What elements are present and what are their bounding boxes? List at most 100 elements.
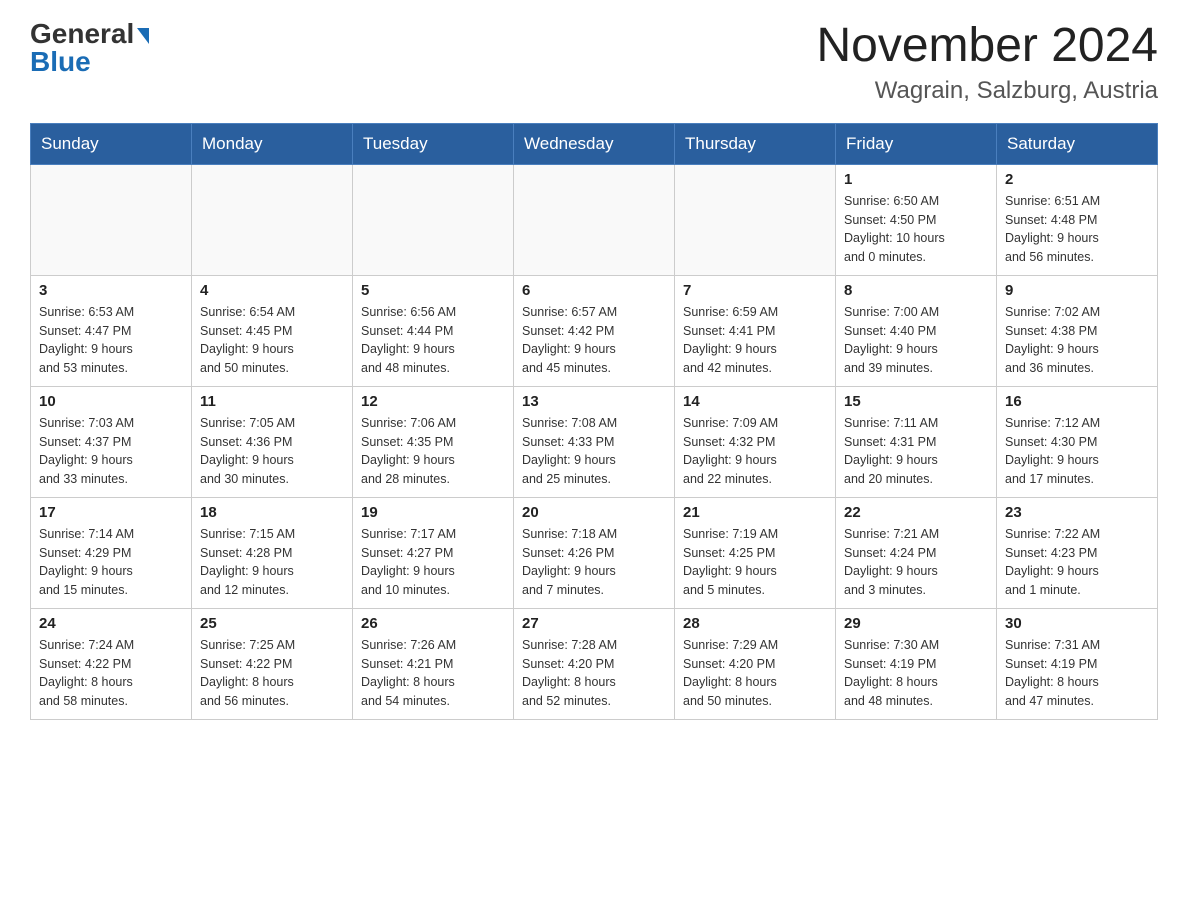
calendar-cell: 21 Sunrise: 7:19 AMSunset: 4:25 PMDayligh… xyxy=(675,497,836,608)
day-info: Sunrise: 7:28 AMSunset: 4:20 PMDaylight:… xyxy=(522,636,666,711)
calendar-cell: 27 Sunrise: 7:28 AMSunset: 4:20 PMDayligh… xyxy=(514,608,675,719)
day-info: Sunrise: 7:25 AMSunset: 4:22 PMDaylight:… xyxy=(200,636,344,711)
calendar-cell: 23 Sunrise: 7:22 AMSunset: 4:23 PMDayligh… xyxy=(997,497,1158,608)
day-info: Sunrise: 7:24 AMSunset: 4:22 PMDaylight:… xyxy=(39,636,183,711)
calendar-cell: 26 Sunrise: 7:26 AMSunset: 4:21 PMDayligh… xyxy=(353,608,514,719)
day-info: Sunrise: 7:00 AMSunset: 4:40 PMDaylight:… xyxy=(844,303,988,378)
calendar-cell: 5 Sunrise: 6:56 AMSunset: 4:44 PMDaylight… xyxy=(353,275,514,386)
calendar-cell: 10 Sunrise: 7:03 AMSunset: 4:37 PMDayligh… xyxy=(31,386,192,497)
day-info: Sunrise: 7:30 AMSunset: 4:19 PMDaylight:… xyxy=(844,636,988,711)
calendar-cell: 3Sunrise: 6:53 AMSunset: 4:47 PMDaylight… xyxy=(31,275,192,386)
header-sunday: Sunday xyxy=(31,123,192,164)
calendar-cell: 12Sunrise: 7:06 AMSunset: 4:35 PMDayligh… xyxy=(353,386,514,497)
day-number: 13 xyxy=(522,393,666,410)
day-number: 24 xyxy=(39,615,183,632)
calendar-cell: 30Sunrise: 7:31 AMSunset: 4:19 PMDayligh… xyxy=(997,608,1158,719)
calendar-cell: 2 Sunrise: 6:51 AMSunset: 4:48 PMDaylight… xyxy=(997,164,1158,275)
day-info: Sunrise: 7:03 AMSunset: 4:37 PMDaylight:… xyxy=(39,414,183,489)
calendar-cell: 19 Sunrise: 7:17 AMSunset: 4:27 PMDayligh… xyxy=(353,497,514,608)
calendar-subtitle: Wagrain, Salzburg, Austria xyxy=(816,77,1158,105)
day-number: 25 xyxy=(200,615,344,632)
day-info: Sunrise: 7:26 AMSunset: 4:21 PMDaylight:… xyxy=(361,636,505,711)
calendar-cell: 9 Sunrise: 7:02 AMSunset: 4:38 PMDaylight… xyxy=(997,275,1158,386)
day-number: 11 xyxy=(200,393,344,410)
day-info: Sunrise: 7:15 AMSunset: 4:28 PMDaylight:… xyxy=(200,525,344,600)
day-number: 19 xyxy=(361,504,505,521)
day-number: 14 xyxy=(683,393,827,410)
day-number: 26 xyxy=(361,615,505,632)
week-row-2: 10 Sunrise: 7:03 AMSunset: 4:37 PMDayligh… xyxy=(31,386,1158,497)
day-info: Sunrise: 7:19 AMSunset: 4:25 PMDaylight:… xyxy=(683,525,827,600)
day-number: 5 xyxy=(361,282,505,299)
day-info: Sunrise: 6:56 AMSunset: 4:44 PMDaylight:… xyxy=(361,303,505,378)
logo-blue-text: Blue xyxy=(30,48,91,76)
calendar-cell xyxy=(31,164,192,275)
day-number: 30 xyxy=(1005,615,1149,632)
page-header: General Blue November 2024 Wagrain, Salz… xyxy=(30,20,1158,105)
header-monday: Monday xyxy=(192,123,353,164)
week-row-0: 1 Sunrise: 6:50 AMSunset: 4:50 PMDaylight… xyxy=(31,164,1158,275)
day-info: Sunrise: 7:18 AMSunset: 4:26 PMDaylight:… xyxy=(522,525,666,600)
day-info: Sunrise: 6:54 AMSunset: 4:45 PMDaylight:… xyxy=(200,303,344,378)
day-number: 20 xyxy=(522,504,666,521)
logo-general-text: General xyxy=(30,20,134,48)
day-number: 9 xyxy=(1005,282,1149,299)
calendar-cell xyxy=(514,164,675,275)
day-number: 23 xyxy=(1005,504,1149,521)
calendar-cell: 18 Sunrise: 7:15 AMSunset: 4:28 PMDayligh… xyxy=(192,497,353,608)
calendar-cell: 22Sunrise: 7:21 AMSunset: 4:24 PMDayligh… xyxy=(836,497,997,608)
day-info: Sunrise: 7:06 AMSunset: 4:35 PMDaylight:… xyxy=(361,414,505,489)
day-number: 28 xyxy=(683,615,827,632)
day-number: 2 xyxy=(1005,171,1149,188)
day-info: Sunrise: 6:51 AMSunset: 4:48 PMDaylight:… xyxy=(1005,192,1149,267)
header-thursday: Thursday xyxy=(675,123,836,164)
day-info: Sunrise: 6:59 AMSunset: 4:41 PMDaylight:… xyxy=(683,303,827,378)
day-number: 17 xyxy=(39,504,183,521)
day-number: 27 xyxy=(522,615,666,632)
day-info: Sunrise: 7:08 AMSunset: 4:33 PMDaylight:… xyxy=(522,414,666,489)
header-wednesday: Wednesday xyxy=(514,123,675,164)
day-number: 10 xyxy=(39,393,183,410)
calendar-cell: 17 Sunrise: 7:14 AMSunset: 4:29 PMDayligh… xyxy=(31,497,192,608)
calendar-cell: 13 Sunrise: 7:08 AMSunset: 4:33 PMDayligh… xyxy=(514,386,675,497)
day-number: 6 xyxy=(522,282,666,299)
calendar-cell: 25 Sunrise: 7:25 AMSunset: 4:22 PMDayligh… xyxy=(192,608,353,719)
day-info: Sunrise: 7:14 AMSunset: 4:29 PMDaylight:… xyxy=(39,525,183,600)
logo: General Blue xyxy=(30,20,149,76)
day-info: Sunrise: 7:22 AMSunset: 4:23 PMDaylight:… xyxy=(1005,525,1149,600)
calendar-cell: 14 Sunrise: 7:09 AMSunset: 4:32 PMDayligh… xyxy=(675,386,836,497)
calendar-cell: 8 Sunrise: 7:00 AMSunset: 4:40 PMDaylight… xyxy=(836,275,997,386)
calendar-cell xyxy=(192,164,353,275)
calendar-cell: 7 Sunrise: 6:59 AMSunset: 4:41 PMDaylight… xyxy=(675,275,836,386)
day-number: 21 xyxy=(683,504,827,521)
week-row-4: 24 Sunrise: 7:24 AMSunset: 4:22 PMDayligh… xyxy=(31,608,1158,719)
day-info: Sunrise: 7:02 AMSunset: 4:38 PMDaylight:… xyxy=(1005,303,1149,378)
weekday-header-row: Sunday Monday Tuesday Wednesday Thursday… xyxy=(31,123,1158,164)
calendar-cell: 15Sunrise: 7:11 AMSunset: 4:31 PMDayligh… xyxy=(836,386,997,497)
calendar-cell: 4Sunrise: 6:54 AMSunset: 4:45 PMDaylight… xyxy=(192,275,353,386)
header-saturday: Saturday xyxy=(997,123,1158,164)
calendar-title: November 2024 xyxy=(816,20,1158,73)
day-info: Sunrise: 6:50 AMSunset: 4:50 PMDaylight:… xyxy=(844,192,988,267)
logo-triangle-icon xyxy=(137,28,149,44)
day-number: 18 xyxy=(200,504,344,521)
day-number: 7 xyxy=(683,282,827,299)
day-number: 1 xyxy=(844,171,988,188)
day-info: Sunrise: 7:17 AMSunset: 4:27 PMDaylight:… xyxy=(361,525,505,600)
day-number: 16 xyxy=(1005,393,1149,410)
calendar-cell xyxy=(353,164,514,275)
day-info: Sunrise: 6:57 AMSunset: 4:42 PMDaylight:… xyxy=(522,303,666,378)
day-info: Sunrise: 7:09 AMSunset: 4:32 PMDaylight:… xyxy=(683,414,827,489)
calendar-cell: 1 Sunrise: 6:50 AMSunset: 4:50 PMDaylight… xyxy=(836,164,997,275)
day-info: Sunrise: 7:21 AMSunset: 4:24 PMDaylight:… xyxy=(844,525,988,600)
calendar-cell xyxy=(675,164,836,275)
week-row-3: 17 Sunrise: 7:14 AMSunset: 4:29 PMDayligh… xyxy=(31,497,1158,608)
day-number: 29 xyxy=(844,615,988,632)
calendar-cell: 20 Sunrise: 7:18 AMSunset: 4:26 PMDayligh… xyxy=(514,497,675,608)
calendar-cell: 29 Sunrise: 7:30 AMSunset: 4:19 PMDayligh… xyxy=(836,608,997,719)
day-info: Sunrise: 7:05 AMSunset: 4:36 PMDaylight:… xyxy=(200,414,344,489)
day-number: 8 xyxy=(844,282,988,299)
day-number: 15 xyxy=(844,393,988,410)
calendar-title-block: November 2024 Wagrain, Salzburg, Austria xyxy=(816,20,1158,105)
calendar-cell: 11 Sunrise: 7:05 AMSunset: 4:36 PMDayligh… xyxy=(192,386,353,497)
